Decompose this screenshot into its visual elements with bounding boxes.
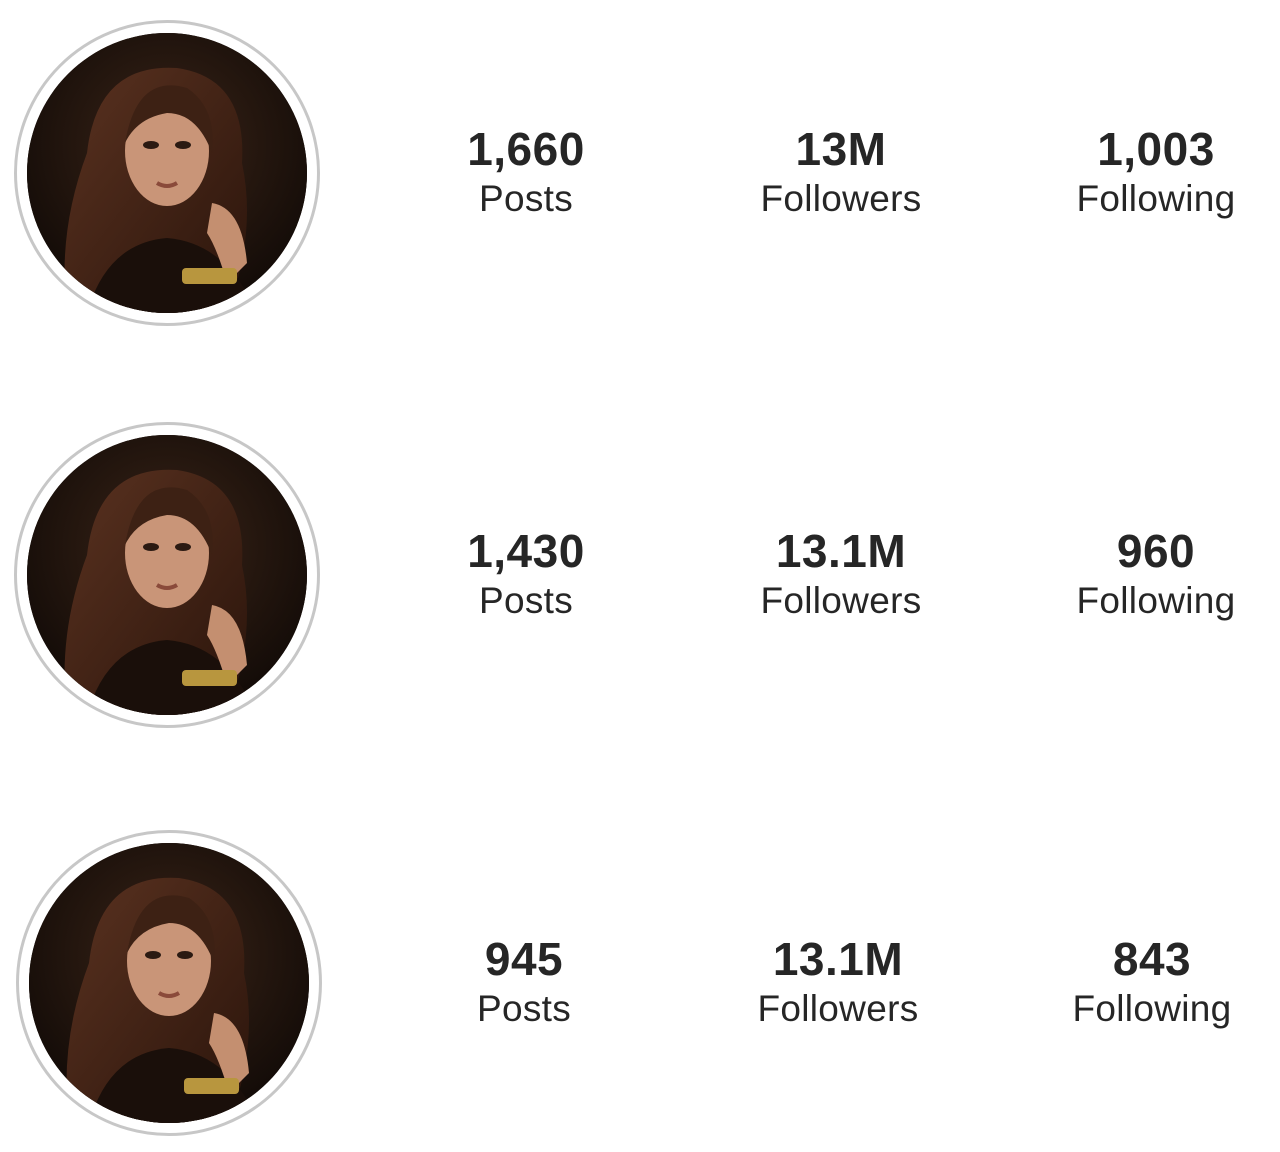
profile-stats-row-1: 1,660 Posts 13M Followers 1,003 Followin…	[0, 14, 1280, 334]
followers-stat[interactable]: 13.1M Followers	[721, 524, 961, 624]
followers-stat[interactable]: 13M Followers	[721, 122, 961, 222]
following-count: 843	[1112, 933, 1192, 985]
following-stat[interactable]: 1,003 Following	[1036, 122, 1276, 222]
posts-count: 945	[484, 933, 564, 985]
avatar-ring[interactable]	[16, 830, 322, 1136]
posts-stat[interactable]: 945 Posts	[404, 932, 644, 1032]
followers-label: Followers	[757, 988, 919, 1029]
posts-count: 1,430	[467, 525, 585, 577]
followers-count: 13M	[795, 123, 887, 175]
avatar-ring[interactable]	[14, 422, 320, 728]
followers-stat[interactable]: 13.1M Followers	[718, 932, 958, 1032]
posts-label: Posts	[476, 988, 572, 1029]
profile-photo-icon	[27, 435, 307, 715]
following-stat[interactable]: 843 Following	[1032, 932, 1272, 1032]
posts-label: Posts	[478, 580, 574, 621]
profile-stats-row-3: 945 Posts 13.1M Followers 843 Following	[0, 824, 1280, 1144]
following-label: Following	[1072, 988, 1232, 1029]
posts-stat[interactable]: 1,430 Posts	[406, 524, 646, 624]
followers-label: Followers	[760, 178, 922, 219]
posts-stat[interactable]: 1,660 Posts	[406, 122, 646, 222]
following-stat[interactable]: 960 Following	[1036, 524, 1276, 624]
following-count: 960	[1116, 525, 1196, 577]
profile-photo-icon	[29, 843, 309, 1123]
avatar[interactable]	[29, 843, 309, 1123]
profile-stats-row-2: 1,430 Posts 13.1M Followers 960 Followin…	[0, 416, 1280, 736]
avatar[interactable]	[27, 435, 307, 715]
avatar[interactable]	[27, 33, 307, 313]
avatar-ring[interactable]	[14, 20, 320, 326]
posts-count: 1,660	[467, 123, 585, 175]
followers-count: 13.1M	[775, 525, 907, 577]
profile-photo-icon	[27, 33, 307, 313]
followers-label: Followers	[760, 580, 922, 621]
following-label: Following	[1076, 178, 1236, 219]
following-label: Following	[1076, 580, 1236, 621]
followers-count: 13.1M	[772, 933, 904, 985]
following-count: 1,003	[1097, 123, 1215, 175]
posts-label: Posts	[478, 178, 574, 219]
